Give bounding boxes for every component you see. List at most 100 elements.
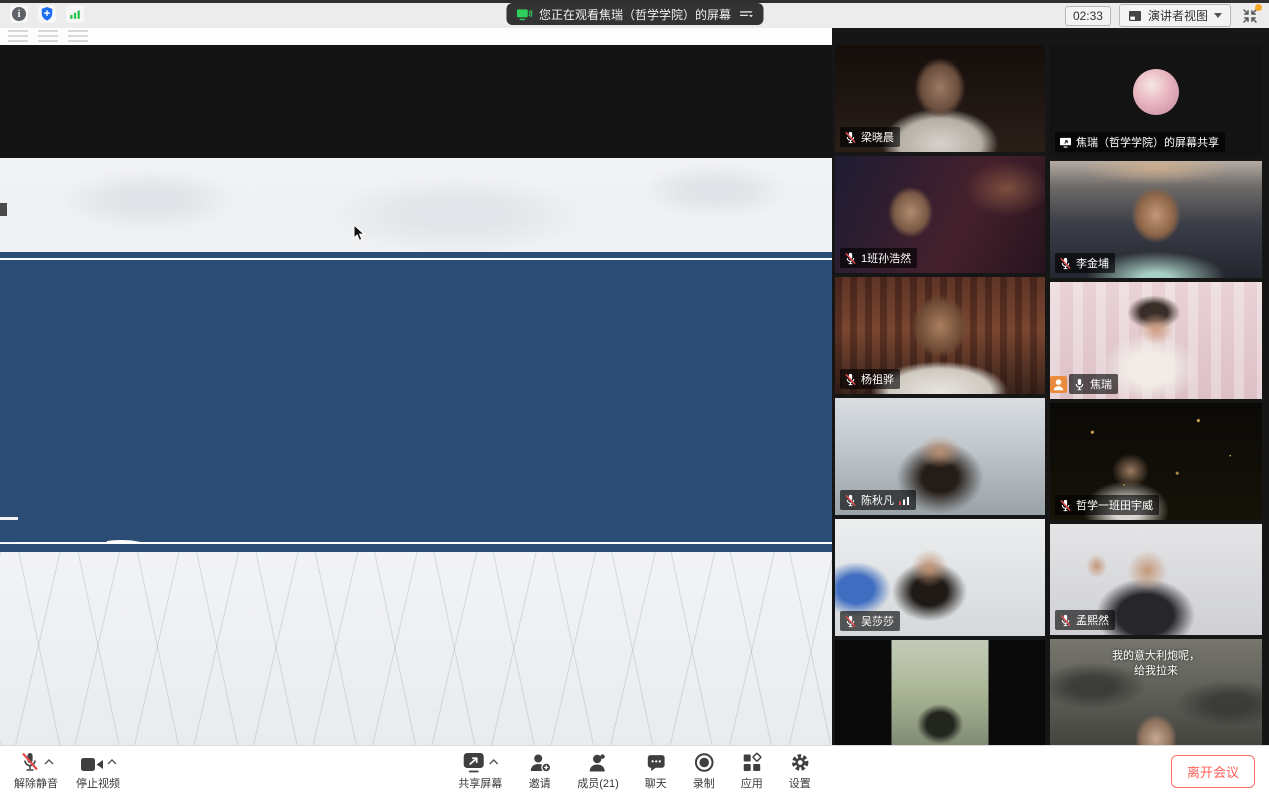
- participant-name-tag: 李金埔: [1055, 253, 1115, 273]
- participant-name-tag: 梁晓晨: [840, 127, 900, 147]
- mic-on-icon: [1073, 378, 1086, 391]
- video-tile-wu-shasha[interactable]: 吴莎莎: [835, 519, 1045, 636]
- video-tile-yang-zuhua[interactable]: 杨祖骅: [835, 277, 1045, 394]
- chevron-down-icon: [1214, 13, 1222, 18]
- slide-accent-strip-bottom: [0, 544, 832, 552]
- speaker-view-icon: [1128, 10, 1142, 22]
- top-right-controls: 02:33 演讲者视图: [1065, 4, 1261, 27]
- video-tile-meng-xiran[interactable]: 孟熙然: [1050, 524, 1262, 635]
- mic-muted-icon: [1059, 257, 1072, 270]
- mouse-cursor: [353, 224, 366, 242]
- meeting-timer: 02:33: [1065, 6, 1111, 26]
- participant-name-tag: 吴莎莎: [840, 611, 900, 631]
- slide-grid-floor: 激活 Windows 转到“设置”以激活 Windows。: [0, 552, 832, 745]
- bottom-toolbar: 解除静音 停止视频 共享屏幕: [0, 745, 1269, 793]
- stop-video-label: 停止视频: [76, 775, 120, 791]
- top-bar: i 您正在观看焦瑞（哲学学院）的屏幕 02:33 演讲者视图: [0, 3, 1269, 28]
- exit-fullscreen-button[interactable]: [1239, 5, 1261, 27]
- shared-content-skeleton: [8, 30, 88, 42]
- participant-name: 1班孙浩然: [861, 250, 911, 266]
- shared-screen-view[interactable]: SCHOOL OF PHILOSOPHY HEILONGJIANG UNIVER…: [0, 28, 832, 745]
- mic-muted-icon: [1059, 614, 1072, 627]
- participant-name: 陈秋凡: [861, 492, 894, 508]
- mic-muted-icon: [844, 615, 857, 628]
- camera-icon: [80, 756, 104, 773]
- members-button[interactable]: 成员(21): [577, 749, 619, 791]
- apps-label: 应用: [741, 775, 763, 791]
- screen-share-tile[interactable]: 焦瑞（哲学学院）的屏幕共享: [1050, 45, 1262, 157]
- mic-muted-icon: [844, 373, 857, 386]
- video-tile-liang-xiaochen[interactable]: 梁晓晨: [835, 45, 1045, 152]
- video-tile-jiao-rui[interactable]: 焦瑞: [1050, 282, 1262, 399]
- watching-status-pill[interactable]: 您正在观看焦瑞（哲学学院）的屏幕: [506, 3, 763, 25]
- video-tile-chen-qiufan[interactable]: 陈秋凡: [835, 398, 1045, 515]
- participant-name: 孟熙然: [1076, 612, 1109, 628]
- video-tile-tian-yuwei[interactable]: 哲学一班田宇威: [1050, 403, 1262, 520]
- toolbar-center-group: 共享屏幕 邀请 成员(21) 聊天: [458, 749, 811, 791]
- video-tile-sun-haoran[interactable]: 1班孙浩然: [835, 156, 1045, 273]
- invite-button[interactable]: 邀请: [528, 749, 551, 791]
- participant-name: 李金埔: [1076, 255, 1109, 271]
- leave-meeting-button[interactable]: 离开会议: [1171, 755, 1255, 788]
- video-tile-meme-background[interactable]: 我的意大利炮呢， 给我拉来: [1050, 639, 1262, 745]
- apps-button[interactable]: 应用: [741, 749, 763, 791]
- settings-button[interactable]: 设置: [789, 749, 811, 791]
- mic-muted-icon: [844, 131, 857, 144]
- mic-muted-icon: [844, 252, 857, 265]
- invite-label: 邀请: [529, 775, 551, 791]
- participant-name: 焦瑞（哲学学院）的屏幕共享: [1076, 134, 1219, 150]
- gear-icon: [789, 752, 810, 773]
- notification-dot: [1255, 4, 1262, 11]
- record-button[interactable]: 录制: [693, 749, 715, 791]
- members-label: 成员(21): [577, 775, 619, 791]
- mic-muted-icon: [19, 751, 41, 773]
- chevron-up-icon[interactable]: [107, 759, 117, 765]
- top-left-icons: i: [10, 5, 84, 23]
- record-icon: [693, 752, 714, 773]
- chevron-up-icon[interactable]: [44, 759, 54, 765]
- watching-status-text: 您正在观看焦瑞（哲学学院）的屏幕: [539, 6, 731, 23]
- unmute-button[interactable]: 解除静音: [14, 749, 58, 791]
- connection-stats-icon[interactable]: [66, 5, 84, 23]
- apps-icon: [741, 752, 762, 773]
- slide-main-panel: SCHOOL OF PHILOSOPHY HEILONGJIANG UNIVER…: [0, 260, 832, 542]
- share-screen-button[interactable]: 共享屏幕: [458, 749, 502, 791]
- mic-muted-icon: [1059, 499, 1072, 512]
- video-tile-li-jinpu[interactable]: 李金埔: [1050, 161, 1262, 278]
- participants-sidebar: 梁晓晨 1班孙浩然 杨祖骅 陈秋凡: [832, 28, 1269, 745]
- invite-icon: [528, 753, 551, 773]
- video-column-1: 梁晓晨 1班孙浩然 杨祖骅 陈秋凡: [835, 28, 1045, 745]
- meme-line1: 我的意大利炮呢，: [1050, 649, 1262, 664]
- participant-tag-row: 焦瑞: [1050, 374, 1118, 394]
- host-badge-icon: [1050, 376, 1067, 393]
- info-icon[interactable]: i: [10, 5, 28, 23]
- view-mode-button[interactable]: 演讲者视图: [1119, 4, 1231, 27]
- unmute-label: 解除静音: [14, 775, 58, 791]
- share-screen-label: 共享屏幕: [458, 775, 502, 791]
- video-column-2: 焦瑞（哲学学院）的屏幕共享 李金埔 焦瑞: [1050, 28, 1262, 745]
- chat-icon: [645, 754, 666, 773]
- mic-muted-icon: [844, 494, 857, 507]
- view-mode-label: 演讲者视图: [1148, 7, 1208, 24]
- participants-icon: [587, 753, 609, 773]
- security-shield-icon[interactable]: [38, 5, 56, 23]
- slide-left-stripe: [0, 520, 18, 543]
- video-tile-partial[interactable]: [835, 640, 1045, 745]
- chat-button[interactable]: 聊天: [645, 749, 667, 791]
- stop-video-button[interactable]: 停止视频: [76, 749, 120, 791]
- participant-name: 吴莎莎: [861, 613, 894, 629]
- pill-menu-icon[interactable]: [738, 9, 753, 20]
- participant-name: 杨祖骅: [861, 371, 894, 387]
- participant-name-tag: 陈秋凡: [840, 490, 916, 510]
- participant-name-tag: 焦瑞: [1069, 374, 1118, 394]
- participant-name-tag: 哲学一班田宇威: [1055, 495, 1159, 515]
- slide-accent-strip-top: [0, 252, 832, 258]
- participant-name: 哲学一班田宇威: [1076, 497, 1153, 513]
- meme-line2: 给我拉来: [1050, 664, 1262, 679]
- presentation-dark-band: [0, 45, 832, 158]
- meme-overlay-text: 我的意大利炮呢， 给我拉来: [1050, 649, 1262, 679]
- map-band-marker: [0, 203, 7, 216]
- chevron-up-icon[interactable]: [489, 759, 499, 765]
- meeting-window: i 您正在观看焦瑞（哲学学院）的屏幕 02:33 演讲者视图: [0, 0, 1269, 793]
- participant-name: 梁晓晨: [861, 129, 894, 145]
